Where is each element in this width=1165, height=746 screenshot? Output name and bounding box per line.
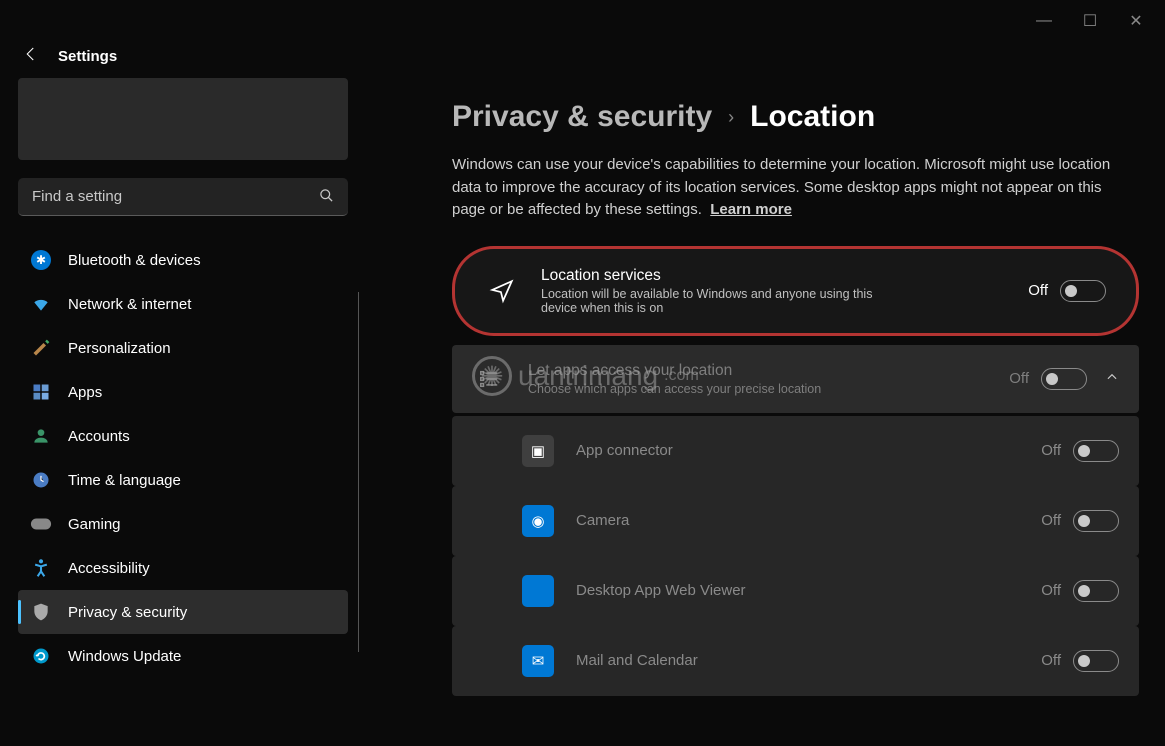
sidebar-item-label: Network & internet [68, 296, 191, 313]
card-title: Let apps access your location [528, 362, 1009, 380]
sidebar-item-accessibility[interactable]: Accessibility [18, 546, 348, 590]
search-icon [319, 188, 334, 206]
card-subtitle: Location will be available to Windows an… [541, 287, 881, 315]
sidebar-item-label: Bluetooth & devices [68, 252, 201, 269]
breadcrumb-parent[interactable]: Privacy & security [452, 100, 712, 134]
toggle-state-label: Off [1009, 370, 1029, 387]
location-services-toggle[interactable] [1060, 280, 1106, 302]
acct-icon [30, 425, 52, 447]
acc-icon [30, 557, 52, 579]
sidebar-item-label: Apps [68, 384, 102, 401]
toggle-state-label: Off [1041, 582, 1061, 599]
sidebar-item-personalization[interactable]: Personalization [18, 326, 348, 370]
sidebar-item-label: Privacy & security [68, 604, 187, 621]
sidebar-item-label: Windows Update [68, 648, 181, 665]
learn-more-link[interactable]: Learn more [710, 201, 792, 218]
apps-icon [30, 381, 52, 403]
sidebar-item-label: Accessibility [68, 560, 150, 577]
bt-icon: ✱ [30, 249, 52, 271]
sidebar-item-network-internet[interactable]: Network & internet [18, 282, 348, 326]
sidebar-item-label: Time & language [68, 472, 181, 489]
sidebar-item-bluetooth-devices[interactable]: ✱ Bluetooth & devices [18, 238, 348, 282]
app-row-camera: ◉ Camera Off [452, 486, 1139, 556]
pers-icon [30, 337, 52, 359]
app-toggle[interactable] [1073, 510, 1119, 532]
back-button[interactable] [22, 45, 40, 68]
app-icon: ✉ [522, 645, 554, 677]
app-icon [522, 575, 554, 607]
maximize-button[interactable]: ☐ [1067, 5, 1113, 37]
sidebar-item-time-language[interactable]: Time & language [18, 458, 348, 502]
location-services-card[interactable]: Location services Location will be avail… [452, 246, 1139, 336]
app-row-desktop-app-web-viewer: Desktop App Web Viewer Off [452, 556, 1139, 626]
app-title: Settings [58, 48, 117, 65]
app-name: Mail and Calendar [576, 652, 1041, 669]
priv-icon [30, 601, 52, 623]
app-row-app-connector: ▣ App connector Off [452, 416, 1139, 486]
sidebar-item-label: Gaming [68, 516, 121, 533]
app-access-card[interactable]: Let apps access your location Choose whi… [452, 345, 1139, 413]
app-name: App connector [576, 442, 1041, 459]
sidebar-item-windows-update[interactable]: Windows Update [18, 634, 348, 678]
toggle-state-label: Off [1041, 442, 1061, 459]
chevron-right-icon: › [728, 107, 734, 128]
toggle-state-label: Off [1041, 512, 1061, 529]
app-row-mail-and-calendar: ✉ Mail and Calendar Off [452, 626, 1139, 696]
app-name: Camera [576, 512, 1041, 529]
chevron-up-icon[interactable] [1105, 370, 1119, 387]
toggle-state-label: Off [1028, 282, 1048, 299]
app-toggle[interactable] [1073, 580, 1119, 602]
close-button[interactable]: ✕ [1113, 5, 1159, 37]
location-arrow-icon [485, 278, 519, 304]
app-name: Desktop App Web Viewer [576, 582, 1041, 599]
card-title: Location services [541, 267, 1028, 285]
sidebar-item-privacy-security[interactable]: Privacy & security [18, 590, 348, 634]
upd-icon [30, 645, 52, 667]
minimize-button[interactable]: — [1021, 5, 1067, 37]
app-icon: ▣ [522, 435, 554, 467]
sidebar-item-label: Accounts [68, 428, 130, 445]
sidebar-item-label: Personalization [68, 340, 171, 357]
page-title: Location [750, 100, 875, 134]
app-icon: ◉ [522, 505, 554, 537]
time-icon [30, 469, 52, 491]
toggle-state-label: Off [1041, 652, 1061, 669]
page-description: Windows can use your device's capabiliti… [452, 154, 1112, 222]
sidebar-item-accounts[interactable]: Accounts [18, 414, 348, 458]
card-subtitle: Choose which apps can access your precis… [528, 382, 868, 396]
list-icon [472, 368, 506, 390]
sidebar-item-apps[interactable]: Apps [18, 370, 348, 414]
sidebar-item-gaming[interactable]: Gaming [18, 502, 348, 546]
game-icon [30, 513, 52, 535]
account-area[interactable] [18, 78, 348, 160]
app-toggle[interactable] [1073, 440, 1119, 462]
app-access-toggle[interactable] [1041, 368, 1087, 390]
app-toggle[interactable] [1073, 650, 1119, 672]
wifi-icon [30, 293, 52, 315]
search-input[interactable] [18, 178, 348, 216]
